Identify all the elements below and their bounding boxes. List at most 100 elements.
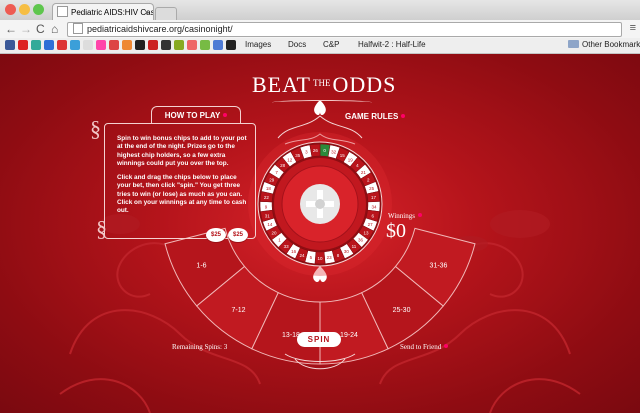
logo-beat: BEAT xyxy=(252,72,311,97)
bookmark-favicon-icon[interactable] xyxy=(18,40,28,50)
bookmark-favicon-icon[interactable] xyxy=(109,40,119,50)
bookmark-favicon-icon[interactable] xyxy=(226,40,236,50)
browser-tab[interactable]: Pediatric AIDS:HIV Casino × xyxy=(52,3,154,21)
other-bookmarks[interactable]: Other Bookmarks xyxy=(582,40,640,50)
url-text: pediatricaidshivcare.org/casinonight/ xyxy=(87,24,233,34)
wheel-number: 34 xyxy=(371,204,377,209)
wheel-number: 15 xyxy=(340,153,346,158)
bullet-dot-icon xyxy=(223,113,228,117)
reload-icon[interactable]: C xyxy=(36,21,45,37)
game-rules-label: GAME RULES xyxy=(345,112,399,121)
bookmark-docs[interactable]: Docs xyxy=(288,40,306,50)
menu-icon[interactable]: ≡ xyxy=(630,22,636,34)
wheel-number: 29 xyxy=(269,178,275,183)
wheel-number: 12 xyxy=(287,157,293,162)
roulette-wheel: 0 321519421225173462713361130823105241633… xyxy=(248,132,392,276)
bookmark-favicon-icon[interactable] xyxy=(31,40,41,50)
bet-label: 19-24 xyxy=(340,332,358,339)
how-to-play-tab[interactable]: HOW TO PLAY xyxy=(151,106,241,124)
wheel-number: 16 xyxy=(291,249,297,254)
instructions-paragraph-2: Click and drag the chips below to place … xyxy=(117,174,247,215)
bookmark-favicon-icon[interactable] xyxy=(174,40,184,50)
game-rules-link[interactable]: GAME RULES xyxy=(345,112,406,121)
bookmark-favicon-icon[interactable] xyxy=(135,40,145,50)
wheel-number: 21 xyxy=(361,170,367,175)
browser-toolbar: ← → C ⌂ pediatricaidshivcare.org/casinon… xyxy=(0,20,640,38)
wheel-number: 19 xyxy=(348,157,354,162)
bullet-dot-icon xyxy=(401,114,406,118)
wheel-number: 32 xyxy=(331,150,337,155)
winnings-value[interactable]: $0 xyxy=(386,220,406,243)
winnings-label-text: Winnings xyxy=(388,212,415,220)
wheel-number: 11 xyxy=(352,244,357,249)
wheel-number: 10 xyxy=(317,256,323,261)
bookmark-favicon-icon[interactable] xyxy=(96,40,106,50)
wheel-number: 13 xyxy=(363,230,369,235)
bullet-dot-icon xyxy=(444,344,449,348)
instructions-paragraph-1: Spin to win bonus chips to add to your p… xyxy=(117,135,247,167)
bookmark-favicon-icon[interactable] xyxy=(200,40,210,50)
chip-25-a[interactable]: $25 xyxy=(206,228,226,242)
left-scroll-ornament-icon: § xyxy=(90,116,101,141)
remaining-spins: Remaining Spins: 3 xyxy=(172,343,228,351)
spin-button[interactable]: SPIN xyxy=(297,332,341,347)
wheel-number: 30 xyxy=(344,249,350,254)
how-to-play-panel: Spin to win bonus chips to add to your p… xyxy=(104,123,256,239)
zoom-window-button[interactable] xyxy=(33,4,44,15)
bet-label: 7-12 xyxy=(231,307,245,314)
wheel-number: 14 xyxy=(267,222,273,227)
bookmark-favicon-icon[interactable] xyxy=(213,40,223,50)
winnings-label: Winnings xyxy=(388,212,422,220)
bookmark-halfwit[interactable]: Halfwit-2 : Half-Life xyxy=(358,40,426,50)
bet-label: 1-6 xyxy=(196,262,206,269)
new-tab-button[interactable] xyxy=(155,7,177,21)
logo-odds: ODDS xyxy=(332,72,397,97)
wheel-number: 26 xyxy=(313,148,319,153)
folder-icon xyxy=(568,40,579,48)
close-tab-icon[interactable]: × xyxy=(144,4,149,21)
wheel-number: 17 xyxy=(371,195,377,200)
bet-label: 25-30 xyxy=(393,307,411,314)
wheel-number: 31 xyxy=(265,213,271,218)
bookmark-favicon-icon[interactable] xyxy=(5,40,15,50)
casino-page: 1-6 7-12 13-18 19-24 25-30 31-36 0 32 15 19 4 21 2 2… xyxy=(0,54,640,413)
bookmark-favicon-icon[interactable] xyxy=(122,40,132,50)
send-to-friend-label: Send to Friend xyxy=(400,343,442,351)
bookmark-favicon-icon[interactable] xyxy=(161,40,171,50)
wheel-number: 22 xyxy=(264,195,270,200)
page-icon xyxy=(73,23,83,34)
bookmark-favicon-icon[interactable] xyxy=(187,40,197,50)
how-to-play-label: HOW TO PLAY xyxy=(164,111,221,120)
bookmark-favicon-icon[interactable] xyxy=(83,40,93,50)
browser-window: Pediatric AIDS:HIV Casino × ← → C ⌂ pedi… xyxy=(0,0,640,413)
left-scroll-ornament-bottom-icon: § xyxy=(96,216,107,241)
bet-label: 31-36 xyxy=(430,262,448,269)
bookmark-favicon-icon[interactable] xyxy=(44,40,54,50)
close-window-button[interactable] xyxy=(5,4,16,15)
minimize-window-button[interactable] xyxy=(19,4,30,15)
home-icon[interactable]: ⌂ xyxy=(51,21,58,37)
bookmark-favicon-icon[interactable] xyxy=(148,40,158,50)
bookmark-cp[interactable]: C&P xyxy=(323,40,339,50)
wheel-number: 18 xyxy=(266,186,272,191)
send-to-friend-link[interactable]: Send to Friend xyxy=(400,343,449,351)
wheel-number: 28 xyxy=(280,163,286,168)
wheel-number: 35 xyxy=(295,153,301,158)
page-favicon-icon xyxy=(57,6,68,17)
bullet-dot-icon xyxy=(417,213,422,217)
chip-25-b[interactable]: $25 xyxy=(228,228,248,242)
beat-the-odds-logo: BEAT THEODDS xyxy=(252,72,395,105)
wheel-hub-center xyxy=(315,199,325,209)
bookmarks-bar: Images Docs C&P Halfwit-2 : Half-Life Ot… xyxy=(0,38,640,54)
wheel-number: 20 xyxy=(272,230,278,235)
back-arrow-icon[interactable]: ← xyxy=(5,21,17,37)
bookmark-favicon-icon[interactable] xyxy=(70,40,80,50)
logo-the: THE xyxy=(313,78,331,88)
title-bar: Pediatric AIDS:HIV Casino × xyxy=(0,0,640,21)
bookmark-favicon-icon[interactable] xyxy=(57,40,67,50)
logo-swash xyxy=(272,100,372,105)
wheel-number: 27 xyxy=(368,222,374,227)
address-bar[interactable]: pediatricaidshivcare.org/casinonight/ xyxy=(67,22,622,37)
forward-arrow-icon[interactable]: → xyxy=(20,21,32,37)
bookmark-images[interactable]: Images xyxy=(245,40,271,50)
